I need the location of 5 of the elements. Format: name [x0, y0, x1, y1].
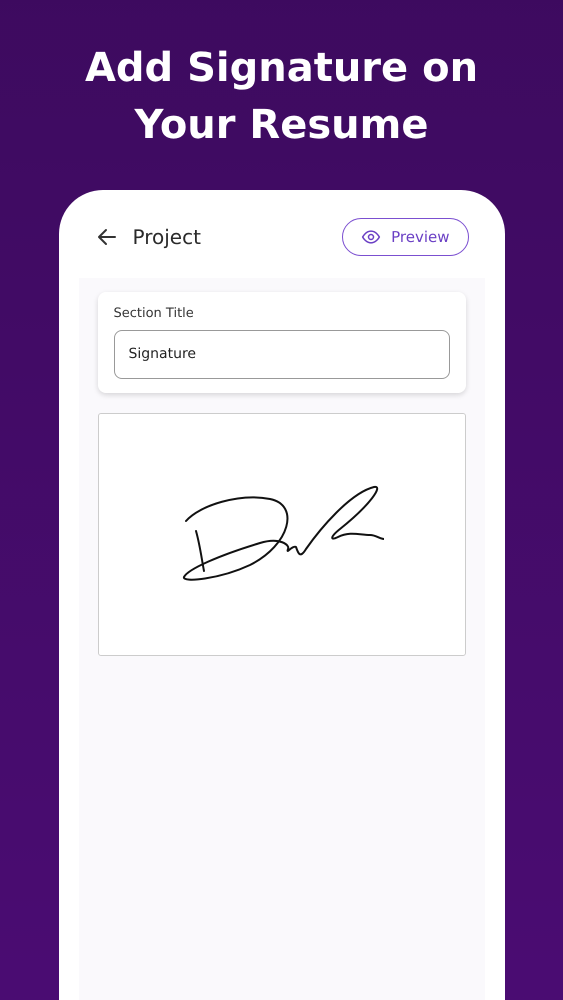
preview-button[interactable]: Preview — [342, 218, 468, 256]
field-label: Section Title — [114, 305, 195, 323]
page-title: Project — [132, 224, 201, 251]
headline: Add Signature on Your Resume — [84, 44, 480, 150]
section-title-field[interactable]: Signature — [114, 330, 450, 378]
